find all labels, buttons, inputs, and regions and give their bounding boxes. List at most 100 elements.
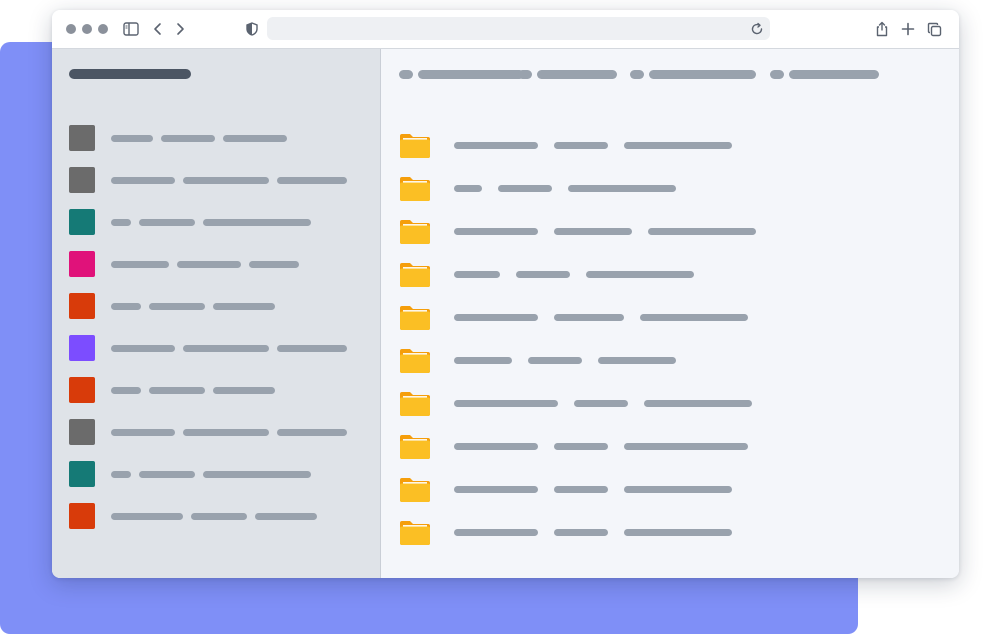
sidebar-item-text-placeholder xyxy=(111,513,183,520)
folder-text-placeholder xyxy=(554,443,608,450)
folder-text-placeholder xyxy=(624,142,732,149)
folder-text-placeholder xyxy=(516,271,570,278)
breadcrumb-marker xyxy=(630,70,644,79)
main-content xyxy=(381,49,959,578)
address-bar[interactable] xyxy=(267,17,770,40)
sidebar-item-3[interactable] xyxy=(69,209,359,235)
sidebar-item-8[interactable] xyxy=(69,419,359,445)
sidebar-item-color-swatch xyxy=(69,209,95,235)
window-dot-3[interactable] xyxy=(98,24,108,34)
folder-icon xyxy=(399,520,431,546)
sidebar-item-text-placeholder xyxy=(213,303,275,310)
folder-row-9[interactable] xyxy=(399,477,939,503)
folder-icon xyxy=(399,262,431,288)
folder-row-3[interactable] xyxy=(399,219,939,245)
breadcrumb-text-placeholder xyxy=(537,70,617,79)
breadcrumb-marker xyxy=(399,70,413,79)
sidebar-item-text-placeholder xyxy=(203,219,311,226)
folder-text-placeholder xyxy=(586,271,694,278)
sidebar-item-color-swatch xyxy=(69,293,95,319)
sidebar-item-text-placeholder xyxy=(111,177,175,184)
sidebar-item-text-placeholder xyxy=(149,387,205,394)
folder-text-placeholder xyxy=(528,357,582,364)
sidebar-item-9[interactable] xyxy=(69,461,359,487)
folder-text-placeholder xyxy=(554,529,608,536)
folder-text-placeholder xyxy=(454,357,512,364)
sidebar-item-1[interactable] xyxy=(69,125,359,151)
sidebar-item-text-placeholder xyxy=(111,471,131,478)
folder-text-placeholder xyxy=(624,529,732,536)
folder-row-8[interactable] xyxy=(399,434,939,460)
sidebar-item-text-placeholder xyxy=(223,135,287,142)
sidebar-item-text-placeholder xyxy=(249,261,299,268)
sidebar-toggle-icon[interactable] xyxy=(121,19,141,39)
sidebar-item-text-placeholder xyxy=(203,471,311,478)
browser-window xyxy=(52,10,959,578)
folder-icon xyxy=(399,391,431,417)
folder-text-placeholder xyxy=(454,400,558,407)
sidebar-item-text-placeholder xyxy=(111,261,169,268)
tabs-overview-icon[interactable] xyxy=(924,19,944,39)
folder-row-6[interactable] xyxy=(399,348,939,374)
sidebar-item-text-placeholder xyxy=(111,303,141,310)
folder-row-1[interactable] xyxy=(399,133,939,159)
sidebar-item-text-placeholder xyxy=(139,219,195,226)
sidebar-item-text-placeholder xyxy=(191,513,247,520)
folder-icon xyxy=(399,219,431,245)
sidebar-item-text-placeholder xyxy=(183,429,269,436)
sidebar-item-color-swatch xyxy=(69,251,95,277)
folder-text-placeholder xyxy=(498,185,552,192)
sidebar-item-2[interactable] xyxy=(69,167,359,193)
sidebar-item-7[interactable] xyxy=(69,377,359,403)
sidebar-item-text-placeholder xyxy=(139,471,195,478)
sidebar-item-4[interactable] xyxy=(69,251,359,277)
breadcrumb-marker xyxy=(518,70,532,79)
folder-icon xyxy=(399,348,431,374)
sidebar xyxy=(52,49,381,578)
folder-text-placeholder xyxy=(598,357,676,364)
chevron-right-icon[interactable] xyxy=(170,19,190,39)
sidebar-item-text-placeholder xyxy=(111,387,141,394)
folder-icon xyxy=(399,176,431,202)
sidebar-item-color-swatch xyxy=(69,167,95,193)
sidebar-item-text-placeholder xyxy=(213,387,275,394)
sidebar-item-5[interactable] xyxy=(69,293,359,319)
folder-text-placeholder xyxy=(554,142,608,149)
sidebar-item-text-placeholder xyxy=(183,345,269,352)
folder-row-5[interactable] xyxy=(399,305,939,331)
folder-text-placeholder xyxy=(624,486,732,493)
plus-icon[interactable] xyxy=(898,19,918,39)
sidebar-item-color-swatch xyxy=(69,461,95,487)
folder-icon xyxy=(399,133,431,159)
sidebar-item-10[interactable] xyxy=(69,503,359,529)
folder-row-10[interactable] xyxy=(399,520,939,546)
breadcrumb-text-placeholder xyxy=(649,70,756,79)
sidebar-item-text-placeholder xyxy=(149,303,205,310)
shield-icon[interactable] xyxy=(242,19,262,39)
chevron-left-icon[interactable] xyxy=(148,19,168,39)
sidebar-item-text-placeholder xyxy=(161,135,215,142)
sidebar-item-color-swatch xyxy=(69,503,95,529)
folder-text-placeholder xyxy=(554,486,608,493)
sidebar-title-placeholder xyxy=(69,69,191,79)
sidebar-item-text-placeholder xyxy=(255,513,317,520)
window-dot-1[interactable] xyxy=(66,24,76,34)
sidebar-item-6[interactable] xyxy=(69,335,359,361)
sidebar-item-text-placeholder xyxy=(111,219,131,226)
sidebar-item-text-placeholder xyxy=(277,429,347,436)
reload-icon[interactable] xyxy=(747,19,766,38)
sidebar-item-text-placeholder xyxy=(177,261,241,268)
folder-text-placeholder xyxy=(574,400,628,407)
folder-row-7[interactable] xyxy=(399,391,939,417)
breadcrumb-text-placeholder xyxy=(789,70,879,79)
folder-text-placeholder xyxy=(454,228,538,235)
sidebar-item-color-swatch xyxy=(69,419,95,445)
folder-row-2[interactable] xyxy=(399,176,939,202)
folder-text-placeholder xyxy=(454,443,538,450)
window-dot-2[interactable] xyxy=(82,24,92,34)
folder-icon xyxy=(399,434,431,460)
share-icon[interactable] xyxy=(872,19,892,39)
folder-text-placeholder xyxy=(454,314,538,321)
folder-row-4[interactable] xyxy=(399,262,939,288)
folder-icon xyxy=(399,477,431,503)
